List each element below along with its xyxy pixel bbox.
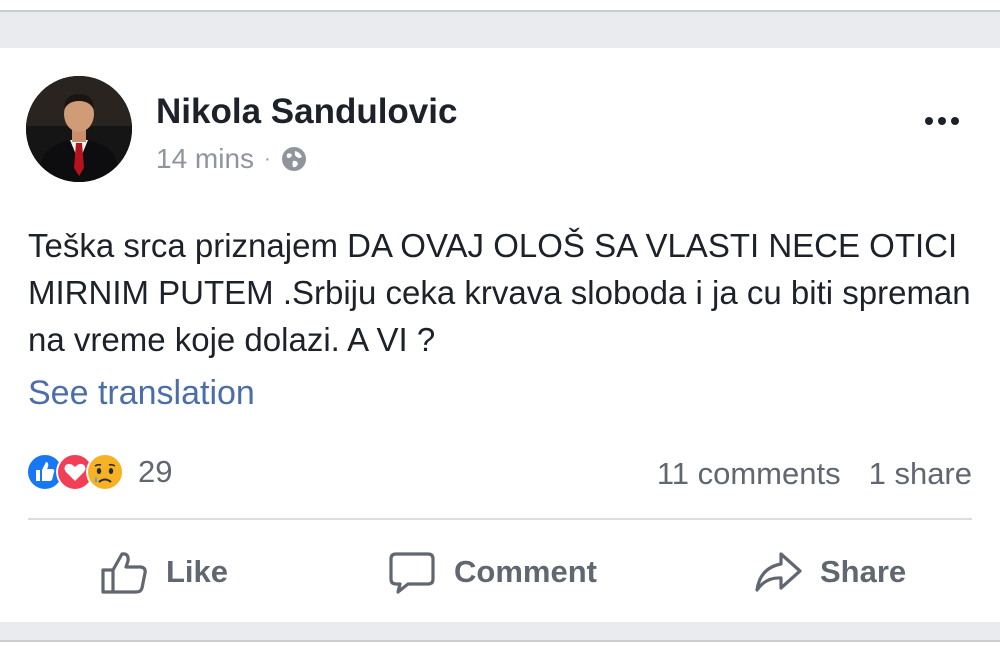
- action-bar: Like Comment Share: [0, 542, 1000, 602]
- engagement-counts: 11 comments 1 share: [657, 452, 972, 496]
- more-dot: [951, 117, 959, 125]
- meta-separator: ·: [264, 147, 271, 170]
- actions-divider: [28, 518, 972, 520]
- comment-label: Comment: [454, 554, 597, 589]
- previous-card-edge: [0, 0, 1000, 10]
- sad-reaction-icon: [86, 453, 124, 491]
- post-meta: 14 mins ·: [156, 142, 307, 176]
- comment-button[interactable]: Comment: [386, 542, 597, 602]
- like-button[interactable]: Like: [98, 542, 228, 602]
- share-label: Share: [820, 554, 907, 589]
- globe-icon: [281, 147, 306, 171]
- author-name[interactable]: Nikola Sandulovic: [156, 92, 457, 132]
- top-divider: [0, 10, 1000, 12]
- like-label: Like: [166, 554, 229, 589]
- post-card: Nikola Sandulovic 14 mins · Teška srca p…: [0, 48, 1000, 622]
- share-button[interactable]: Share: [752, 542, 906, 602]
- see-translation-link[interactable]: See translation: [28, 374, 255, 413]
- more-dot: [938, 117, 946, 125]
- profile-photo: [26, 76, 132, 182]
- more-options-button[interactable]: [916, 106, 968, 136]
- thumbs-up-icon: [101, 552, 147, 594]
- speech-bubble-icon: [389, 552, 435, 594]
- shares-count-link[interactable]: 1 share: [869, 456, 972, 492]
- avatar[interactable]: [26, 76, 132, 182]
- comments-count-link[interactable]: 11 comments: [657, 456, 841, 492]
- share-arrow-icon: [755, 552, 802, 592]
- post-timestamp[interactable]: 14 mins: [156, 143, 254, 175]
- next-card-edge: [0, 642, 1000, 662]
- post-text: Teška srca priznajem DA OVAJ OLOŠ SA VLA…: [28, 227, 971, 358]
- more-options-icon: [925, 117, 933, 125]
- reactions-summary[interactable]: 29: [26, 450, 172, 494]
- reaction-count: 29: [138, 454, 173, 489]
